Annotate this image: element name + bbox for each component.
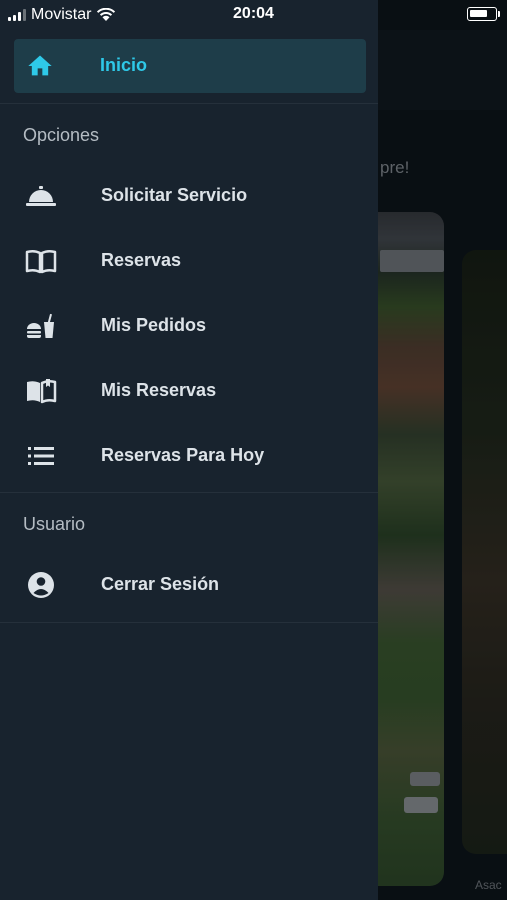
- home-icon: [28, 55, 52, 76]
- drawer-item-reservas-para-hoy[interactable]: Reservas Para Hoy: [0, 428, 378, 484]
- section-title-opciones: Opciones: [23, 125, 100, 145]
- status-bar: Movistar 20:04: [0, 0, 507, 30]
- food-drink-icon: [27, 313, 54, 338]
- book-open-icon: [25, 249, 57, 274]
- drawer-item-mis-pedidos[interactable]: Mis Pedidos: [0, 298, 378, 354]
- section-divider: [0, 622, 378, 623]
- battery-icon: [467, 7, 500, 21]
- book-open-outline-icon: [27, 379, 57, 404]
- drawer-item-label: Mis Pedidos: [101, 315, 207, 335]
- drawer-item-mis-reservas[interactable]: Mis Reservas: [0, 363, 378, 419]
- drawer-header: Inicio: [0, 30, 378, 104]
- battery-level-fill: [470, 10, 487, 17]
- drawer-item-label: Reservas Para Hoy: [101, 445, 265, 465]
- drawer-item-label: Reservas: [101, 250, 182, 270]
- account-circle-icon: [28, 572, 54, 598]
- drawer-item-label: Cerrar Sesión: [101, 574, 220, 594]
- navigation-drawer: Inicio Opciones Solicitar Servicio Reser…: [0, 0, 378, 900]
- drawer-item-label: Solicitar Servicio: [101, 185, 248, 205]
- service-bell-icon: [26, 186, 56, 206]
- drawer-item-label: Mis Reservas: [101, 380, 217, 400]
- list-icon: [28, 447, 54, 465]
- drawer-item-cerrar-sesion[interactable]: Cerrar Sesión: [0, 557, 378, 613]
- drawer-item-inicio[interactable]: Inicio: [14, 39, 366, 93]
- section-divider: [0, 492, 378, 493]
- drawer-item-reservas[interactable]: Reservas: [0, 233, 378, 289]
- drawer-item-label: Inicio: [100, 55, 148, 75]
- section-title-usuario: Usuario: [23, 514, 86, 534]
- drawer-item-solicitar-servicio[interactable]: Solicitar Servicio: [0, 168, 378, 224]
- status-bar-time: 20:04: [233, 5, 274, 22]
